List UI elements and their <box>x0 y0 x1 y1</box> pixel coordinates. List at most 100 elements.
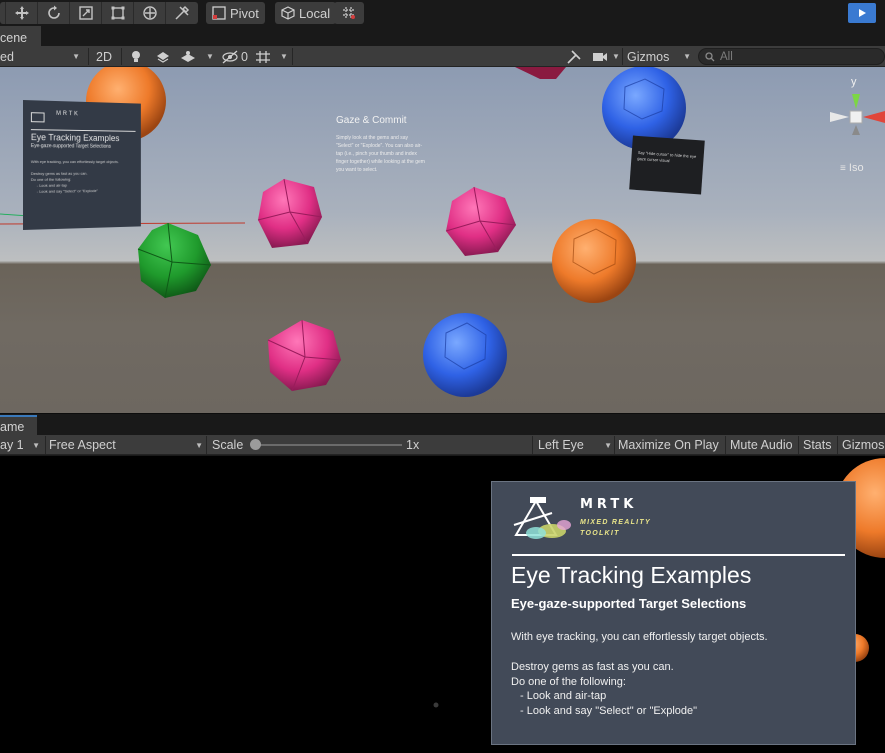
eye-tracking-info-panel: MRTK MIXED REALITY TOOLKIT Eye Tracking … <box>491 481 856 745</box>
scale-tool-icon <box>78 6 93 20</box>
play-button[interactable] <box>848 3 876 23</box>
camera-dropdown[interactable]: ▼ <box>592 47 620 66</box>
mini-panel-intro: With eye tracking, you can effortlessly … <box>30 159 119 165</box>
mrtk-logo-mini <box>30 112 45 123</box>
tab-game[interactable]: ame <box>0 415 37 435</box>
toolbar-divider <box>121 48 122 65</box>
pivot-icon <box>212 6 226 20</box>
panel-divider <box>512 554 845 556</box>
aspect-dropdown[interactable]: Free Aspect ▼ <box>49 435 203 455</box>
gaze-cursor-dot <box>433 702 439 708</box>
scale-slider-thumb[interactable] <box>250 439 261 450</box>
display-dropdown[interactable]: ay 1 ▼ <box>0 435 43 455</box>
mini-panel-body: With eye tracking, you can effortlessly … <box>31 159 134 195</box>
effects-dropdown[interactable]: ▼ <box>180 47 214 66</box>
toolbar-divider <box>798 436 799 454</box>
scale-tool-button[interactable] <box>70 2 102 24</box>
local-label: Local <box>299 5 331 21</box>
scale-value: 1x <box>406 438 420 452</box>
gem-pink-3 <box>267 319 342 392</box>
play-icon <box>859 9 866 17</box>
audio-toggle[interactable] <box>155 47 171 66</box>
stats-toggle[interactable]: Stats <box>803 435 832 455</box>
chevron-down-icon: ▼ <box>195 440 203 450</box>
toolbar-divider <box>206 436 207 454</box>
scene-search-input[interactable]: All <box>698 48 885 65</box>
mrtk-tagline-1: MIXED REALITY <box>580 519 651 526</box>
effects-icon <box>157 51 169 63</box>
chevron-down-icon: ▼ <box>72 52 80 61</box>
panel-instructions: Destroy gems as fast as you can. Do one … <box>511 660 697 718</box>
hidden-count: 0 <box>241 49 248 64</box>
mrtk-wordmark: MRTK <box>580 497 638 512</box>
gizmo-y-label: y <box>851 76 857 88</box>
local-toggle[interactable]: Local <box>275 2 337 24</box>
pivot-toggle[interactable]: Pivot <box>206 2 265 24</box>
grid-snap-button[interactable] <box>334 2 364 24</box>
mrtk-logo-icon <box>513 497 571 539</box>
move-tool-icon <box>14 6 29 20</box>
rect-tool-button[interactable] <box>102 2 134 24</box>
toolbar-divider <box>45 436 46 454</box>
tab-scene[interactable]: cene <box>0 26 41 46</box>
scene-orientation-gizmo <box>830 94 885 135</box>
aspect-label: Free Aspect <box>49 438 116 452</box>
instruction-line: Do one of the following: <box>511 675 626 688</box>
instruction-bullet: - Look and say "Select" or "Explode" <box>520 704 698 717</box>
lightbulb-icon <box>132 50 140 62</box>
panel-intro: With eye tracking, you can effortlessly … <box>511 631 768 643</box>
layers-icon <box>181 50 195 62</box>
mode-2d-toggle[interactable]: 2D <box>96 47 112 66</box>
custom-tool-icon <box>175 5 190 20</box>
lighting-toggle[interactable] <box>130 47 142 66</box>
voice-hint-panel: Say "Hide cursor" to hide the eye gaze c… <box>629 135 705 195</box>
iso-projection-label[interactable]: ≡ Iso <box>840 162 864 174</box>
tools-button[interactable] <box>566 47 582 66</box>
move-tool-button[interactable] <box>6 2 38 24</box>
gaze-title: Gaze & Commit <box>336 115 407 126</box>
gem-pink-2 <box>445 186 517 256</box>
transform-tool-button[interactable] <box>134 2 166 24</box>
chevron-down-icon: ▼ <box>683 52 691 61</box>
game-viewport[interactable]: MRTK MIXED REALITY TOOLKIT Eye Tracking … <box>0 456 885 753</box>
gem-blue-bottom <box>423 313 507 397</box>
gem-pink-1 <box>257 178 323 248</box>
search-placeholder: All <box>720 50 733 63</box>
grid-dropdown[interactable]: ▼ <box>280 47 288 66</box>
toolbar-divider <box>614 436 615 454</box>
transform-tool-group <box>0 2 198 24</box>
scene-tab-bar: cene <box>0 26 885 46</box>
grid-toggle[interactable] <box>255 47 271 66</box>
draw-mode-dropdown[interactable]: ed ▼ <box>0 47 84 66</box>
toolbar-divider <box>725 436 726 454</box>
rotate-tool-icon <box>47 5 60 19</box>
gizmos-dropdown[interactable]: Gizmos ▼ <box>627 47 691 66</box>
game-gizmos-toggle[interactable]: Gizmos <box>842 435 884 455</box>
chevron-down-icon: ▼ <box>32 440 40 450</box>
eye-hidden-icon <box>222 50 238 63</box>
toolbar-divider <box>532 436 533 454</box>
mini-wordmark: MRTK <box>56 110 80 118</box>
iso-label: Iso <box>848 162 864 174</box>
chevron-down-icon: ▼ <box>612 52 620 61</box>
panel-title: Eye Tracking Examples <box>511 562 752 588</box>
scale-slider-track[interactable] <box>258 444 402 446</box>
gaze-commit-label: Gaze & Commit Simply look at the gems an… <box>336 115 426 174</box>
toolbar-divider <box>292 48 293 65</box>
scene-viewport[interactable]: MRTK Eye Tracking Examples Eye-gaze-supp… <box>0 67 885 413</box>
game-tab-bar: ame <box>0 413 885 435</box>
pivot-label: Pivot <box>230 5 259 21</box>
hidden-objects-toggle[interactable]: 0 <box>221 47 248 66</box>
display-label: ay 1 <box>0 438 24 452</box>
instruction-bullet: - Look and air-tap <box>520 690 607 702</box>
rotate-tool-button[interactable] <box>38 2 70 24</box>
main-toolbar: Pivot Local <box>0 0 885 26</box>
eye-dropdown[interactable]: Left Eye ▼ <box>538 435 612 455</box>
toolbar-divider <box>88 48 89 65</box>
game-toolbar: ay 1 ▼ Free Aspect ▼ Scale 1x Left Eye ▼… <box>0 435 885 455</box>
local-space-icon <box>281 6 295 20</box>
scale-label: Scale <box>212 438 244 452</box>
maximize-on-play-toggle[interactable]: Maximize On Play <box>618 435 719 455</box>
custom-tool-button[interactable] <box>166 2 198 24</box>
mute-audio-toggle[interactable]: Mute Audio <box>730 435 793 455</box>
